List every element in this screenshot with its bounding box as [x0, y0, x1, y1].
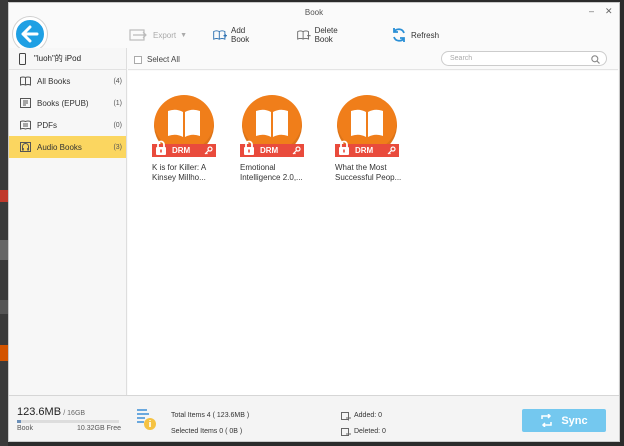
select-all-checkbox[interactable]: Select All: [134, 55, 180, 64]
add-book-label: Add Book: [230, 26, 250, 44]
select-all-label: Select All: [147, 55, 180, 64]
book-icon: [20, 76, 31, 86]
storage-total: / 16GB: [63, 410, 86, 417]
search-placeholder: Search: [450, 55, 473, 62]
book-cover: DRM: [327, 93, 403, 161]
sidebar-item-books-epub[interactable]: Books (EPUB) (1): [9, 92, 126, 114]
drm-badge: DRM: [240, 140, 304, 157]
arrow-left-icon: [21, 25, 39, 43]
search-icon[interactable]: [591, 55, 600, 64]
refresh-label: Refresh: [411, 30, 440, 40]
storage-summary: 123.6MB / 16GB Book 10.32GB Free: [17, 406, 121, 432]
drm-badge: DRM: [335, 140, 399, 157]
sidebar-item-count: (0): [113, 121, 122, 129]
open-book-icon: [256, 109, 288, 137]
search-input[interactable]: Search: [441, 51, 607, 66]
device-selector[interactable]: "luoh"的 iPod: [9, 48, 126, 70]
delete-book-label: Delete Book: [314, 26, 338, 44]
sidebar-item-count: (4): [113, 77, 122, 85]
export-icon: [129, 29, 147, 41]
storage-free: 10.32GB Free: [77, 425, 121, 432]
audiobook-icon: [20, 142, 31, 152]
pdf-icon: [20, 120, 31, 130]
ipod-icon: [19, 52, 26, 65]
open-book-icon: [168, 109, 200, 137]
refresh-icon: [393, 28, 405, 42]
sync-icon: [541, 414, 553, 427]
book-title-line: Intelligence 2.0,...: [240, 173, 303, 182]
sync-label: Sync: [561, 414, 588, 427]
lock-icon: [244, 140, 254, 155]
book-title-line: Kinsey Millho...: [152, 173, 206, 182]
title-bar: Book – ✕: [9, 3, 619, 21]
delete-book-icon: [297, 30, 311, 40]
book-title-line: Emotional: [240, 163, 276, 172]
sidebar-item-label: Books (EPUB): [37, 98, 89, 108]
storage-bar: [17, 420, 119, 423]
sidebar-item-label: PDFs: [37, 120, 57, 130]
sidebar-item-pdfs[interactable]: PDFs (0): [9, 114, 126, 136]
book-title-line: K is for Killer: A: [152, 163, 207, 172]
book-title: What the Most Successful Peop...: [327, 163, 403, 183]
storage-bar-fill: [17, 420, 22, 423]
export-label: Export: [153, 30, 177, 40]
list-info-icon: [137, 409, 156, 430]
device-name: "luoh"的 iPod: [34, 54, 82, 63]
drm-badge: DRM: [152, 140, 216, 157]
epub-icon: [20, 98, 31, 108]
lock-icon: [339, 140, 349, 155]
storage-used: 123.6MB: [17, 406, 62, 418]
book-title-line: What the Most: [335, 163, 387, 172]
refresh-button[interactable]: Refresh: [391, 25, 439, 45]
back-button[interactable]: [13, 17, 47, 51]
sidebar-item-count: (1): [113, 99, 122, 107]
close-icon[interactable]: ✕: [605, 6, 613, 17]
key-icon: [204, 146, 213, 155]
sync-button[interactable]: Sync: [522, 409, 606, 432]
sidebar: "luoh"的 iPod All Books (4) Books (EPUB) …: [9, 48, 127, 396]
open-book-icon: [351, 109, 383, 137]
book-title: K is for Killer: A Kinsey Millho...: [144, 163, 220, 183]
added-count: Added: 0: [354, 412, 383, 419]
selected-items: Selected Items 0 ( 0B ): [171, 428, 243, 435]
sidebar-item-count: (3): [113, 143, 122, 151]
deleted-count: Deleted: 0: [354, 428, 386, 435]
sidebar-item-audio-books[interactable]: Audio Books (3): [9, 136, 126, 158]
desktop-background: [0, 0, 8, 446]
window-title: Book: [304, 8, 324, 17]
deleted-icon: [341, 427, 351, 436]
drm-label: DRM: [172, 146, 191, 155]
add-book-icon: [213, 30, 227, 40]
sidebar-item-label: Audio Books: [37, 142, 82, 152]
chevron-down-icon: ▼: [180, 31, 188, 39]
add-book-button[interactable]: Add Book: [213, 25, 255, 45]
storage-category: Book: [17, 425, 33, 432]
lock-icon: [156, 140, 166, 155]
sidebar-item-all-books[interactable]: All Books (4): [9, 70, 126, 92]
book-item[interactable]: DRM What the Most Successful Peop...: [327, 93, 403, 183]
book-title: Emotional Intelligence 2.0,...: [232, 163, 308, 183]
total-items: Total Items 4 ( 123.6MB ): [171, 412, 250, 419]
minimize-icon[interactable]: –: [589, 6, 594, 16]
status-footer: 123.6MB / 16GB Book 10.32GB Free Total I…: [9, 395, 619, 441]
delete-book-button[interactable]: Delete Book: [297, 25, 344, 45]
list-header: Select All Search: [128, 48, 618, 70]
book-item[interactable]: DRM Emotional Intelligence 2.0,...: [232, 93, 308, 183]
drm-label: DRM: [260, 146, 279, 155]
item-stats: Total Items 4 ( 123.6MB ) Selected Items…: [171, 408, 249, 440]
checkbox[interactable]: [134, 55, 142, 64]
app-window: Book – ✕ Export ▼ Add Book Delete Book R…: [8, 2, 620, 442]
export-button[interactable]: Export ▼: [129, 25, 187, 45]
key-icon: [292, 146, 301, 155]
book-cover: DRM: [144, 93, 220, 161]
key-icon: [387, 146, 396, 155]
book-cover: DRM: [232, 93, 308, 161]
change-stats: Added: 0 Deleted: 0: [341, 408, 386, 440]
added-icon: [341, 411, 351, 420]
book-grid: DRM K is for Killer: A Kinsey Millho...: [128, 71, 618, 396]
book-item[interactable]: DRM K is for Killer: A Kinsey Millho...: [144, 93, 220, 183]
sidebar-item-label: All Books: [37, 76, 71, 86]
book-title-line: Successful Peop...: [335, 173, 402, 182]
drm-label: DRM: [355, 146, 374, 155]
